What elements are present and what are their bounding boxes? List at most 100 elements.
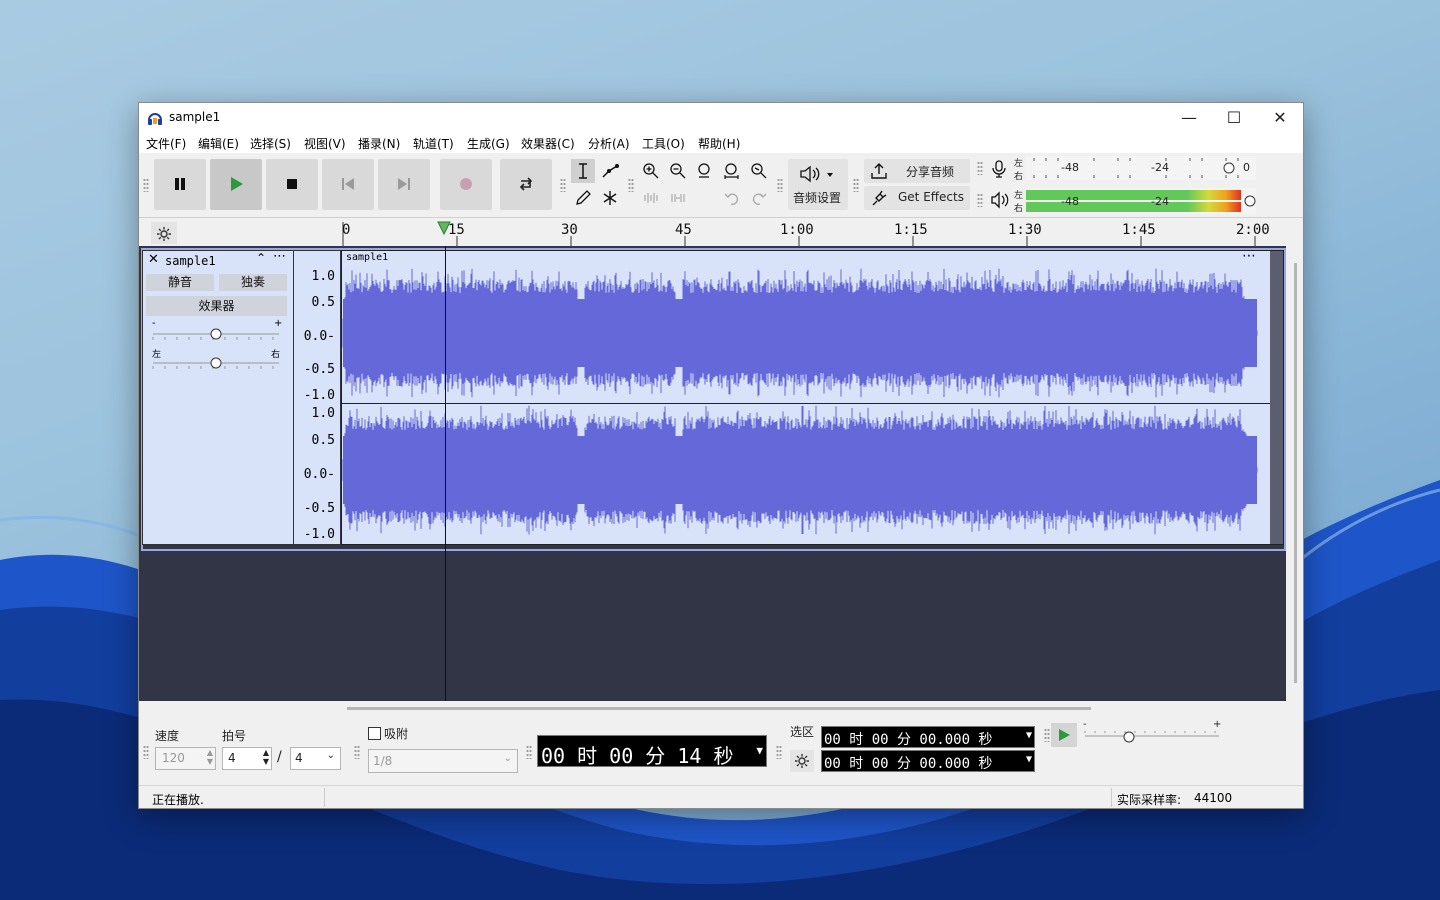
menu-tools[interactable]: 工具(O) <box>642 135 685 152</box>
undo-button[interactable] <box>720 186 744 210</box>
play-cursor <box>445 246 446 701</box>
play-at-speed-button[interactable] <box>1051 723 1077 747</box>
toolbar-grip[interactable] <box>853 178 859 192</box>
effects-button[interactable]: 效果器 <box>146 296 287 316</box>
share-audio-button[interactable]: 分享音频 <box>864 159 970 183</box>
zoom-in-button[interactable] <box>639 159 663 183</box>
selection-tool[interactable] <box>571 159 595 183</box>
snap-label: 吸附 <box>384 727 409 741</box>
stop-button[interactable] <box>266 159 318 210</box>
playback-speed-slider[interactable] <box>1083 729 1223 745</box>
speaker-icon[interactable] <box>990 191 1010 209</box>
time-sig-lower-select[interactable]: 4 ⌄ <box>290 747 341 770</box>
multi-tool[interactable] <box>598 186 622 210</box>
selection-settings-button[interactable] <box>790 750 814 772</box>
menu-select[interactable]: 选择(S) <box>250 135 291 152</box>
horizontal-scrollbar[interactable] <box>347 707 1091 710</box>
timeline-ruler[interactable]: 0 15 30 45 1:00 1:15 1:30 1:45 2:00 <box>139 218 1303 247</box>
menu-view[interactable]: 视图(V) <box>304 135 346 152</box>
time-signature-label: 拍号 <box>222 729 247 743</box>
tempo-field[interactable]: 120 ▲ ▼ <box>155 747 216 770</box>
play-button[interactable] <box>210 159 262 210</box>
toolbar-grip[interactable] <box>143 745 149 759</box>
menu-file[interactable]: 文件(F) <box>146 135 186 152</box>
skip-to-end-button[interactable] <box>378 159 430 210</box>
toolbar-grip[interactable] <box>977 161 983 175</box>
track-menu-icon[interactable]: ⋯ <box>273 249 286 264</box>
mute-button[interactable]: 静音 <box>146 274 214 291</box>
menu-record[interactable]: 播录(N) <box>358 135 400 152</box>
time-display[interactable]: 00 时 00 分 14 秒 ▼ <box>537 735 767 768</box>
menu-analyze[interactable]: 分析(A) <box>588 135 630 152</box>
snap-checkbox[interactable] <box>368 727 381 740</box>
minimize-button[interactable]: — <box>1166 103 1212 133</box>
microphone-icon[interactable] <box>990 159 1008 179</box>
tempo-label: 速度 <box>155 729 180 743</box>
gain-slider[interactable] <box>151 326 281 342</box>
zoom-toggle-button[interactable] <box>747 159 771 183</box>
record-button[interactable] <box>440 159 492 210</box>
track-control-panel[interactable]: ✕ sample1 ⌃ ⋯ 静音 独奏 效果器 - + 左 右 <box>142 249 294 545</box>
selection-start-field[interactable]: 00 时 00 分 00.000 秒 ▼ <box>821 726 1035 748</box>
trim-button[interactable] <box>639 186 663 210</box>
pause-button[interactable] <box>154 159 206 210</box>
skip-to-start-button[interactable] <box>322 159 374 210</box>
scale-label: -1.0 <box>303 388 335 403</box>
close-track-icon[interactable]: ✕ <box>148 252 159 267</box>
track-area[interactable]: ✕ sample1 ⌃ ⋯ 静音 独奏 效果器 - + 左 右 1.0 0.5 … <box>139 246 1297 701</box>
snap-select[interactable]: 1/8 ⌄ <box>368 749 518 773</box>
pencil-icon <box>576 190 591 205</box>
solo-button[interactable]: 独奏 <box>219 274 287 291</box>
audio-setup-button[interactable]: 音频设置 <box>788 159 848 210</box>
toolbar-grip[interactable] <box>776 745 782 759</box>
get-effects-button[interactable]: Get Effects <box>864 186 970 210</box>
toolbar-grip[interactable] <box>143 178 149 192</box>
menu-tracks[interactable]: 轨道(T) <box>413 135 454 152</box>
time-format-dropdown-icon[interactable]: ▼ <box>756 744 763 757</box>
selection-end-field[interactable]: 00 时 00 分 00.000 秒 ▼ <box>821 750 1035 772</box>
toolbar-grip[interactable] <box>977 193 983 207</box>
vertical-scale[interactable]: 1.0 0.5 0.0- -0.5 -1.0 1.0 0.5 0.0- -0.5… <box>294 250 340 545</box>
toolbar-grip[interactable] <box>354 745 360 759</box>
audio-clip[interactable]: sample1 ⋯ <box>341 248 1284 545</box>
pan-slider[interactable] <box>151 355 281 371</box>
clip-name: sample1 <box>346 252 389 263</box>
menu-generate[interactable]: 生成(G) <box>467 135 510 152</box>
clip-menu-icon[interactable]: ⋯ <box>1242 248 1256 264</box>
status-divider <box>1111 788 1112 807</box>
toolbar-grip[interactable] <box>777 178 783 192</box>
status-text: 正在播放. <box>152 793 204 807</box>
fit-project-button[interactable] <box>720 159 744 183</box>
maximize-button[interactable]: ☐ <box>1211 103 1257 133</box>
menu-effect[interactable]: 效果器(C) <box>521 135 575 152</box>
tempo-spin-icon[interactable]: ▲ ▼ <box>207 748 213 766</box>
silence-button[interactable] <box>666 186 690 210</box>
toolbar-grip[interactable] <box>628 178 634 192</box>
redo-button[interactable] <box>747 186 771 210</box>
menu-help[interactable]: 帮助(H) <box>698 135 740 152</box>
fit-selection-button[interactable] <box>693 159 717 183</box>
toolbar-grip[interactable] <box>526 745 532 759</box>
time-sig-upper-field[interactable]: 4 ▲ ▼ <box>222 747 272 770</box>
upper-spin-icon[interactable]: ▲ ▼ <box>263 748 269 766</box>
track-name[interactable]: sample1 <box>165 254 216 268</box>
zoom-out-button[interactable] <box>666 159 690 183</box>
vertical-scrollbar-thumb[interactable] <box>1294 263 1297 683</box>
toolbar-grip[interactable] <box>1044 728 1050 742</box>
waveform[interactable] <box>342 267 1270 543</box>
loop-button[interactable] <box>500 159 552 210</box>
clip-header[interactable]: sample1 ⋯ <box>342 248 1270 267</box>
play-meter-tick-24: -24 <box>1151 195 1169 208</box>
selection-end-dropdown-icon[interactable]: ▼ <box>1026 754 1032 765</box>
toolbar-grip[interactable] <box>560 178 566 192</box>
menu-edit[interactable]: 编辑(E) <box>198 135 239 152</box>
collapse-track-icon[interactable]: ⌃ <box>256 251 266 265</box>
chevron-down-icon: ⌄ <box>503 753 512 764</box>
close-button[interactable]: ✕ <box>1257 103 1303 133</box>
clip-right-edge <box>1270 251 1283 544</box>
selection-start-dropdown-icon[interactable]: ▼ <box>1026 730 1032 741</box>
record-meter-tick-24: -24 <box>1151 161 1169 174</box>
draw-tool[interactable] <box>571 186 595 210</box>
envelope-tool[interactable] <box>598 159 622 183</box>
pause-icon <box>175 178 185 190</box>
